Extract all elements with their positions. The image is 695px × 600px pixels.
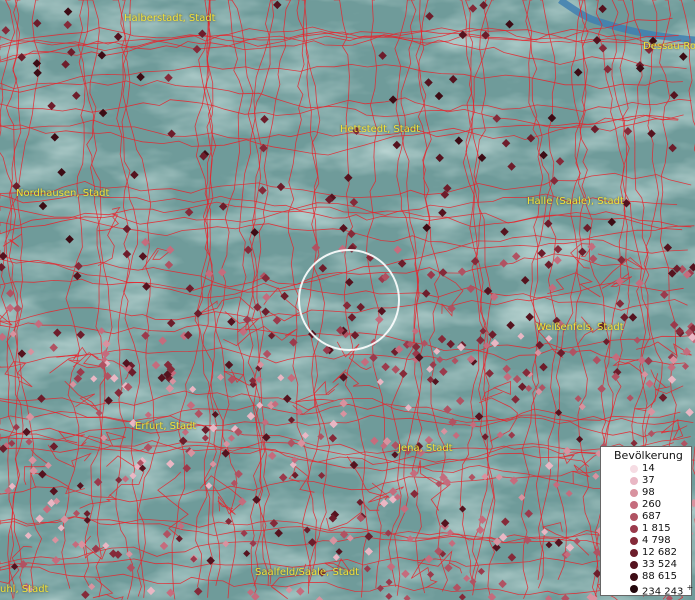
legend-swatch-icon [630,537,638,545]
city-label-erfurt: Erfurt, Stadt [135,421,197,432]
legend-swatch-icon [630,561,638,569]
legend-row: 4 798 [601,535,693,547]
legend-label: 1 815 [642,523,671,534]
city-label-halberstadt: Halberstadt, Stadt [124,13,216,24]
legend-label: 37 [642,475,655,486]
map-canvas[interactable] [0,0,695,600]
legend-label: 260 [642,499,662,510]
city-label-saalfeld: Saalfeld/Saale, Stadt [255,567,360,578]
city-label-jena: Jena, Stadt [398,443,453,454]
legend-swatch-icon [630,501,638,509]
legend-row: 98 [601,487,693,499]
city-label-weissenfels: Weißenfels, Stadt [536,322,624,333]
legend-row: 234 243 + [601,583,694,598]
legend-row: 260 [601,499,693,511]
legend-label: 687 [642,511,662,522]
legend-row: 1 815 [601,523,693,535]
city-label-halle: Halle (Saale), Stadt [527,196,624,207]
city-label-dessau: Dessau-Ro [643,41,695,52]
city-label-suhl: uhl, Stadt [0,584,49,595]
legend-label: 98 [642,487,655,498]
legend-label: 88 615 [642,571,677,582]
legend-row: 33 524 [601,559,693,571]
legend-title: Bevölkerung [614,449,683,462]
legend-label: 4 798 [642,535,671,546]
legend-swatch-icon [630,525,638,533]
city-label-nordhausen: Nordhausen, Stadt [16,188,110,199]
legend-row: 37 [601,475,693,487]
terrain-relief [0,0,695,600]
legend-row: 687 [601,511,693,523]
legend-swatch-icon [630,489,638,497]
legend-row: 14 [601,463,693,475]
population-legend: Bevölkerung 14 37 98 260 687 1 815 4 798… [600,446,694,598]
legend-row: 12 682 [601,547,693,559]
legend-swatch-icon [630,573,638,581]
legend-label: 14 [642,463,655,474]
legend-row: 88 615 [601,571,693,583]
legend-swatch-icon [630,477,638,485]
legend-swatch-icon [630,465,638,473]
legend-swatch-icon [630,585,638,593]
legend-label: 12 682 [642,547,677,558]
legend-label: 234 243 + [642,583,694,598]
city-label-hettstedt: Hettstedt, Stadt [340,124,421,135]
legend-swatch-icon [630,513,638,521]
legend-swatch-icon [630,549,638,557]
legend-label: 33 524 [642,559,677,570]
